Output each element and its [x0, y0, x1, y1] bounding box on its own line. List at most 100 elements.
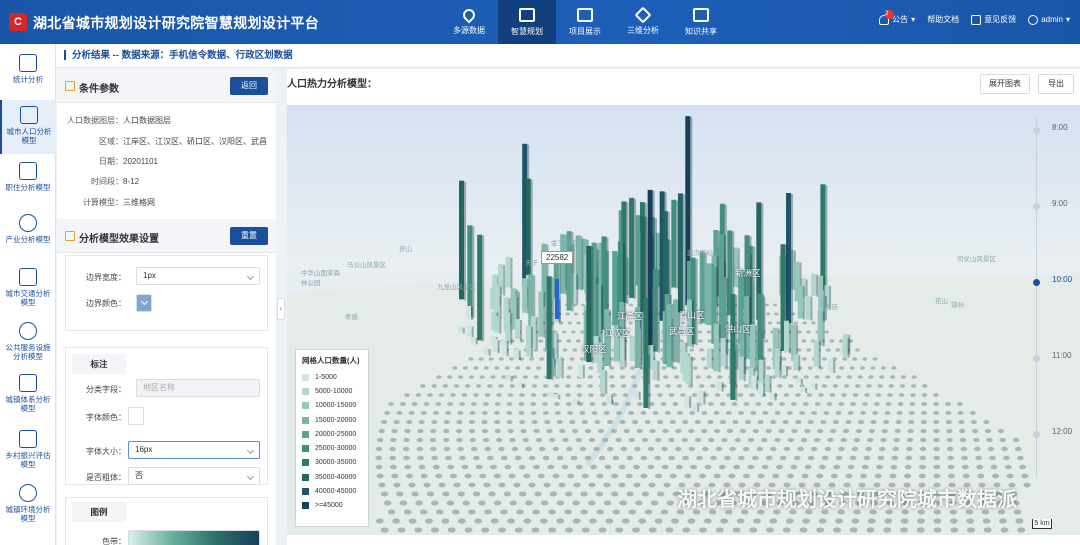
grid-cell — [387, 509, 396, 515]
settings-header: 分析模型效果设置 重置 — [57, 219, 276, 253]
expand-chart-button[interactable]: 展开图表 — [980, 74, 1030, 94]
grid-cell — [795, 419, 802, 425]
grid-cell — [866, 527, 875, 533]
legend-item: 25000-30000 — [296, 441, 368, 455]
nav-multi-source-data[interactable]: 多源数据 — [440, 0, 498, 44]
population-column-shade — [506, 340, 509, 357]
grid-cell — [457, 446, 464, 452]
legend-item: 1-5000 — [296, 370, 368, 384]
legend-swatch — [302, 473, 309, 481]
population-column — [633, 390, 639, 399]
sidebar-item-industry[interactable]: 产业分析模型 — [0, 210, 56, 260]
population-column-shade — [802, 286, 805, 320]
colorband-select[interactable] — [128, 530, 260, 545]
breadcrumb-text: 分析结果 -- 数据来源：手机信令数据、行政区划数据 — [72, 50, 293, 61]
sidebar-item-transport[interactable]: 城市交通分析模型 — [0, 264, 56, 316]
grid-cell — [445, 455, 452, 461]
nav-smart-planning[interactable]: 智慧规划 — [498, 0, 556, 44]
nav-knowledge-share[interactable]: 知识共享 — [672, 0, 730, 44]
population-column — [629, 335, 635, 361]
notice-button[interactable]: 2 公告 ▾ — [879, 9, 915, 25]
grid-cell — [572, 348, 578, 352]
population-column-shade — [561, 359, 564, 379]
feedback-link[interactable]: 意见反馈 — [971, 14, 1016, 25]
grid-cell — [612, 509, 621, 515]
grid-cell — [889, 375, 896, 379]
grid-cell — [694, 419, 701, 425]
grid-cell — [494, 402, 501, 406]
grid-cell — [554, 384, 560, 388]
population-column — [525, 325, 531, 357]
user-menu[interactable]: admin ▾ — [1028, 14, 1070, 25]
grid-cell — [984, 428, 992, 434]
export-button[interactable]: 导出 — [1038, 74, 1074, 94]
grid-cell — [604, 464, 612, 470]
grid-cell — [742, 446, 750, 452]
grid-cell — [814, 437, 821, 443]
grid-cell — [662, 428, 669, 434]
grid-cell — [892, 446, 900, 452]
grid-cell — [375, 464, 383, 470]
selected-column[interactable] — [555, 279, 559, 319]
grid-cell — [654, 518, 663, 524]
font-color-picker[interactable] — [128, 407, 144, 425]
grid-cell — [682, 419, 689, 425]
time-tick-dot[interactable] — [1033, 203, 1040, 210]
grid-cell — [876, 464, 884, 470]
grid-cell — [786, 473, 794, 479]
time-tick-dot[interactable] — [1033, 127, 1040, 134]
help-docs-link[interactable]: 帮助文档 — [927, 14, 959, 25]
grid-cell — [626, 491, 634, 497]
sidebar-item-rural[interactable]: 乡村振兴评估模型 — [0, 426, 56, 478]
place-label: 孝感 — [345, 314, 358, 321]
time-slider[interactable]: 8:00 9:00 10:00 11:00 12:00 — [1025, 105, 1080, 535]
sidebar-item-statistics[interactable]: 统计分析 — [0, 50, 56, 98]
grid-cell — [469, 437, 476, 443]
grid-cell — [983, 419, 990, 425]
grid-cell — [442, 491, 450, 497]
back-button[interactable]: 返回 — [230, 77, 268, 95]
reset-button[interactable]: 重置 — [230, 227, 268, 245]
sidebar-item-town-system[interactable]: 城镇体系分析模型 — [0, 370, 56, 420]
grid-cell — [615, 527, 624, 533]
grid-cell — [835, 455, 843, 461]
population-column-shade — [769, 375, 772, 393]
font-size-select[interactable]: 16px — [128, 441, 260, 459]
nav-3d-analysis[interactable]: 三维分析 — [614, 0, 672, 44]
grid-cell — [840, 437, 847, 443]
legend-label: 20000-25000 — [315, 430, 357, 438]
grid-cell — [542, 455, 550, 461]
border-color-picker[interactable] — [136, 294, 152, 312]
population-column-shade — [815, 383, 818, 390]
sidebar-item-jobs-housing[interactable]: 职住分析模型 — [0, 158, 56, 208]
nav-project-display[interactable]: 项目展示 — [556, 0, 614, 44]
time-tick-dot[interactable] — [1033, 431, 1040, 438]
grid-cell — [618, 482, 626, 488]
grid-cell — [518, 411, 525, 415]
grid-cell — [616, 411, 622, 415]
sidebar-item-public-service[interactable]: 公共服务设施分析模型 — [0, 318, 56, 370]
grid-cell — [827, 437, 834, 443]
grid-cell — [751, 455, 759, 461]
grid-cell — [804, 428, 811, 434]
grid-cell — [523, 518, 532, 524]
sidebar-item-population[interactable]: 城市人口分析模型 — [0, 100, 56, 154]
grid-cell — [640, 455, 648, 461]
map-3d-view[interactable]: 22582 灵山 中华山国家森林公园 马公山风景区 金三山国 天子 九龙山风景区… — [287, 105, 1080, 535]
time-slider-handle[interactable] — [1033, 279, 1040, 286]
class-field-input[interactable]: 地区名称 — [136, 379, 260, 397]
sidebar-item-environment[interactable]: 城镇环境分析模型 — [0, 480, 56, 530]
grid-cell — [842, 428, 850, 434]
collapse-panel-button[interactable]: ‹ — [277, 298, 285, 320]
grid-cell — [850, 402, 857, 406]
grid-cell — [652, 411, 659, 415]
population-column-shade — [522, 383, 525, 388]
grid-cell — [946, 428, 953, 434]
grid-cell — [623, 428, 630, 434]
bold-select[interactable]: 否 — [128, 467, 260, 485]
grid-cell — [503, 491, 511, 497]
border-width-select[interactable]: 1px — [136, 267, 260, 285]
population-column — [781, 365, 787, 376]
grid-cell — [597, 428, 605, 434]
time-tick-dot[interactable] — [1033, 355, 1040, 362]
